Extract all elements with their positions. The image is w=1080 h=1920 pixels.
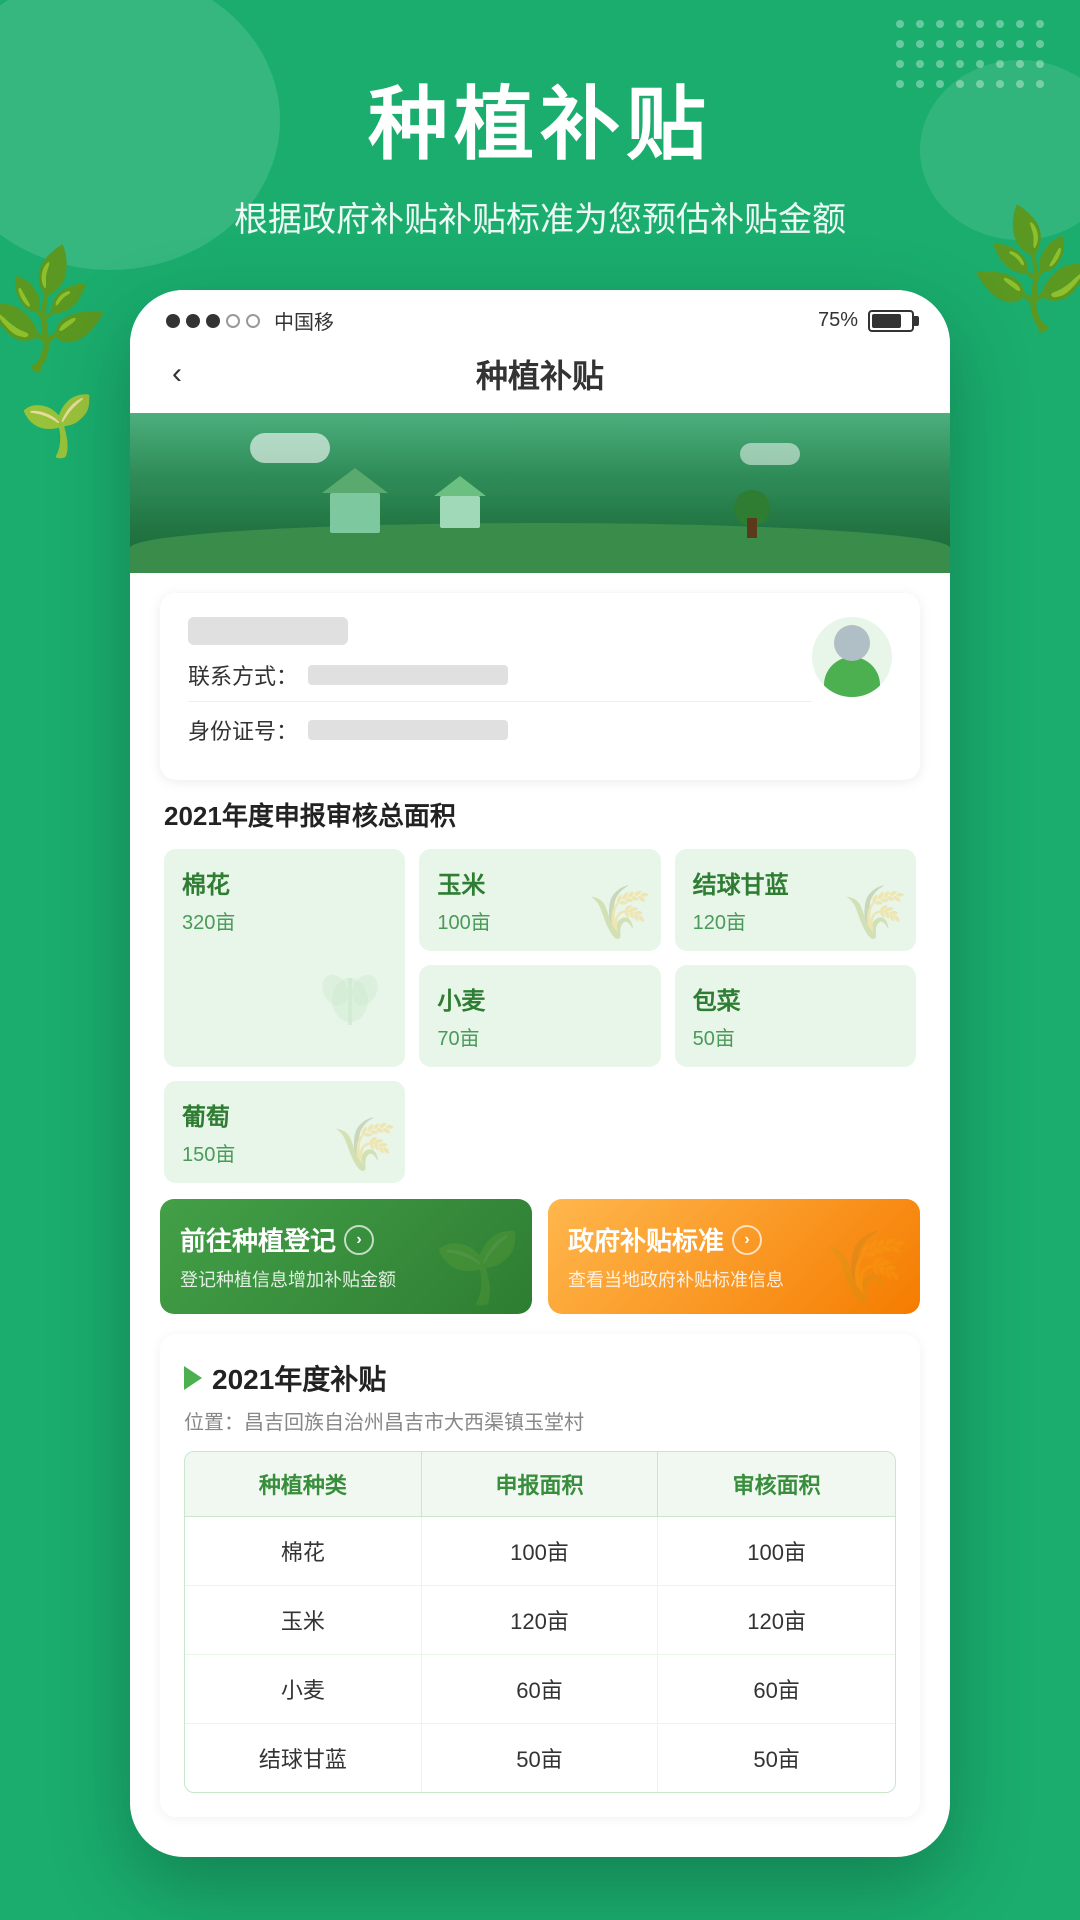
crop-icon-corn: 🌾 — [588, 882, 653, 943]
user-card: 联系方式： 身份证号： — [160, 593, 920, 780]
table-row: 小麦 60亩 60亩 — [185, 1655, 895, 1724]
table-row: 棉花 100亩 100亩 — [185, 1517, 895, 1586]
area-section: 2021年度申报审核总面积 棉花 320亩 — [160, 796, 920, 1183]
table-row: 结球甘蓝 50亩 50亩 — [185, 1724, 895, 1792]
carrier-name: 中国移 — [274, 306, 334, 335]
contact-blur — [308, 665, 508, 685]
battery-icon — [868, 310, 914, 332]
table-header: 种植种类 申报面积 审核面积 — [185, 1452, 895, 1517]
id-blur — [308, 720, 508, 740]
td-approved-2: 120亩 — [658, 1586, 895, 1654]
standard-bg-icon: 🌾 — [823, 1227, 910, 1309]
table-row: 玉米 120亩 120亩 — [185, 1586, 895, 1655]
crop-card-cotton: 棉花 320亩 — [164, 849, 405, 1067]
td-approved-4: 50亩 — [658, 1724, 895, 1792]
signal-dot-5 — [246, 314, 260, 328]
td-crop-3: 小麦 — [185, 1655, 422, 1723]
contact-field: 联系方式： — [188, 659, 812, 691]
td-reported-2: 120亩 — [422, 1586, 659, 1654]
subsidy-table: 种植种类 申报面积 审核面积 棉花 100亩 100亩 玉米 120亩 120亩… — [184, 1451, 896, 1793]
standard-button[interactable]: 政府补贴标准 › 查看当地政府补贴标准信息 🌾 — [548, 1199, 920, 1314]
divider-1 — [188, 701, 812, 702]
crop-card-corn: 玉米 100亩 🌾 — [419, 849, 660, 951]
avatar-head — [834, 625, 870, 661]
nav-bar: ‹ 种植补贴 — [130, 343, 950, 413]
battery-percentage: 75% — [818, 309, 858, 332]
status-left: 中国移 — [166, 306, 334, 335]
avatar-body — [824, 657, 880, 697]
subsidy-title: 2021年度补贴 — [212, 1358, 386, 1398]
phone-mockup: 中国移 75% ‹ 种植补贴 — [130, 290, 950, 1857]
house-1 — [330, 493, 380, 533]
td-reported-3: 60亩 — [422, 1655, 659, 1723]
th-crop: 种植种类 — [185, 1452, 422, 1517]
crop-area-pakchoi: 50亩 — [693, 1022, 898, 1051]
register-arrow: › — [344, 1225, 374, 1255]
cloud-2 — [740, 443, 800, 465]
crop-area-cotton: 320亩 — [182, 906, 387, 935]
tree-trunk — [747, 518, 757, 538]
id-field: 身份证号： — [188, 714, 812, 746]
crop-name-wheat: 小麦 — [437, 981, 642, 1016]
th-reported: 申报面积 — [422, 1452, 659, 1517]
register-button[interactable]: 前往种植登记 › 登记种植信息增加补贴金额 🌱 — [160, 1199, 532, 1314]
cloud-1 — [250, 433, 330, 463]
subsidy-header: 2021年度补贴 — [184, 1358, 896, 1398]
td-crop-2: 玉米 — [185, 1586, 422, 1654]
td-crop-1: 棉花 — [185, 1517, 422, 1585]
td-approved-1: 100亩 — [658, 1517, 895, 1585]
crop-card-pakchoi: 包菜 50亩 — [675, 965, 916, 1067]
crop-card-grape: 葡萄 150亩 🌾 — [164, 1081, 405, 1183]
user-info: 联系方式： 身份证号： — [188, 617, 812, 756]
td-approved-3: 60亩 — [658, 1655, 895, 1723]
crop-icon-cotton — [305, 945, 395, 1057]
area-title: 2021年度申报审核总面积 — [164, 796, 916, 833]
play-icon — [184, 1366, 202, 1390]
sub-title: 根据政府补贴补贴标准为您预估补贴金额 — [0, 192, 1080, 241]
td-crop-4: 结球甘蓝 — [185, 1724, 422, 1792]
signal-dot-3 — [206, 314, 220, 328]
crop-name-cotton: 棉花 — [182, 865, 387, 900]
house-2 — [440, 496, 480, 528]
register-bg-icon: 🌱 — [435, 1227, 522, 1309]
crop-grid: 棉花 320亩 玉米 100亩 🌾 — [164, 849, 916, 1183]
title-area: 种植补贴 根据政府补贴补贴标准为您预估补贴金额 — [0, 60, 1080, 241]
crop-area-wheat: 70亩 — [437, 1022, 642, 1051]
content-area: 联系方式： 身份证号： 2021年度申报审核总面积 棉花 — [130, 593, 950, 1817]
back-button[interactable]: ‹ — [160, 353, 194, 395]
main-title: 种植补贴 — [0, 60, 1080, 176]
id-label: 身份证号： — [188, 714, 298, 746]
crop-card-cabbage: 结球甘蓝 120亩 🌾 — [675, 849, 916, 951]
crop-icon-cabbage: 🌾 — [843, 882, 908, 943]
status-bar: 中国移 75% — [130, 290, 950, 343]
signal-dot-1 — [166, 314, 180, 328]
crop-icon-grape: 🌾 — [333, 1114, 398, 1175]
crop-name-pakchoi: 包菜 — [693, 981, 898, 1016]
leaf-left-decoration — [0, 260, 130, 560]
contact-label: 联系方式： — [188, 659, 298, 691]
td-reported-4: 50亩 — [422, 1724, 659, 1792]
signal-dot-2 — [186, 314, 200, 328]
leaf-right-decoration — [950, 220, 1080, 520]
status-right: 75% — [818, 309, 914, 332]
tree-1 — [734, 490, 770, 538]
td-reported-1: 100亩 — [422, 1517, 659, 1585]
nav-title: 种植补贴 — [476, 351, 604, 397]
user-name-blur — [188, 617, 348, 645]
battery-fill — [872, 314, 901, 328]
subsidy-section: 2021年度补贴 位置：昌吉回族自治州昌吉市大西渠镇玉堂村 种植种类 申报面积 … — [160, 1334, 920, 1817]
subsidy-location: 位置：昌吉回族自治州昌吉市大西渠镇玉堂村 — [184, 1406, 896, 1435]
action-buttons: 前往种植登记 › 登记种植信息增加补贴金额 🌱 政府补贴标准 › 查看当地政府补… — [160, 1199, 920, 1314]
th-approved: 审核面积 — [658, 1452, 895, 1517]
hero-banner — [130, 413, 950, 573]
farmland — [130, 473, 950, 573]
standard-arrow: › — [732, 1225, 762, 1255]
crop-card-wheat: 小麦 70亩 — [419, 965, 660, 1067]
signal-dot-4 — [226, 314, 240, 328]
user-avatar — [812, 617, 892, 697]
